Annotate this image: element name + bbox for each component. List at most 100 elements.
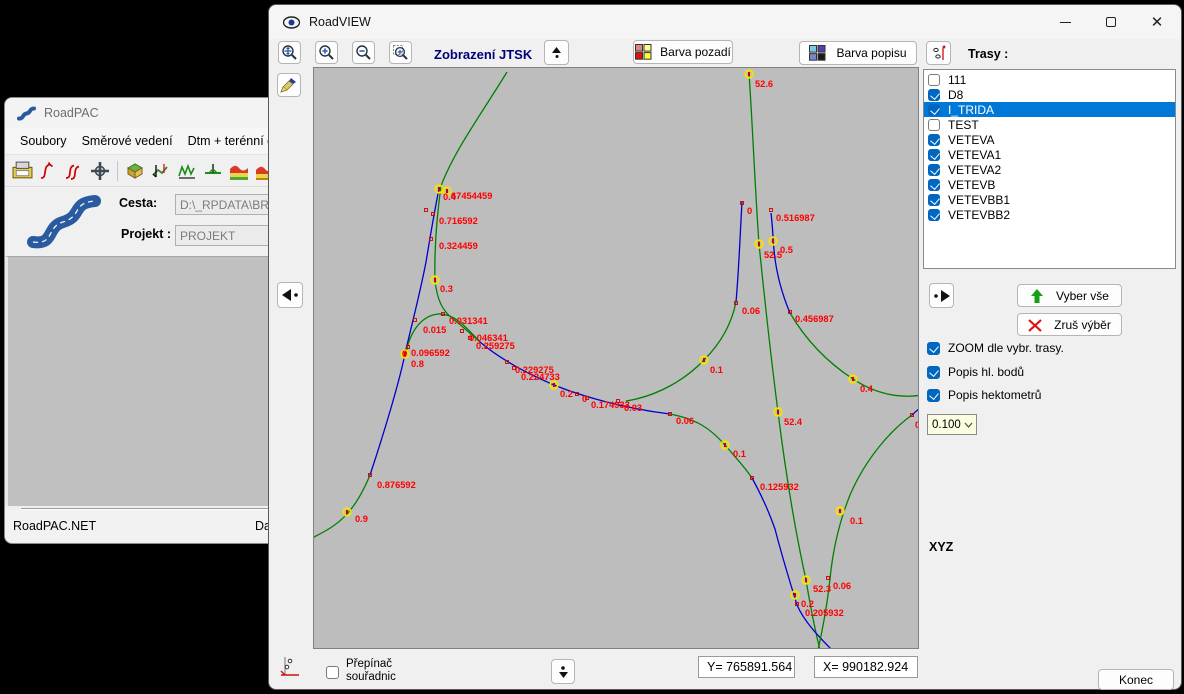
roadview-title: RoadVIEW: [309, 15, 371, 29]
interval-dropdown[interactable]: 0.100: [927, 414, 977, 435]
roadpac-app-icon: [17, 106, 36, 121]
s-curve-icon[interactable]: [37, 160, 59, 182]
maximize-icon: [1106, 17, 1116, 27]
trasy-checkbox-TEST[interactable]: [928, 119, 940, 131]
terrain-bands-icon[interactable]: [228, 160, 250, 182]
trasy-item-VETEVBB1[interactable]: VETEVBB1: [924, 192, 1175, 207]
zoom-extents-button[interactable]: [278, 41, 301, 64]
background-color-button[interactable]: Barva pozadí: [633, 40, 733, 64]
trasy-item-label: VETEVBB2: [948, 208, 1010, 222]
profile-icon[interactable]: [176, 160, 198, 182]
trasy-tool-button[interactable]: [926, 41, 951, 65]
plotter-icon[interactable]: [11, 160, 33, 182]
brush-icon: [280, 76, 298, 94]
station-label: 0.876592: [377, 480, 416, 490]
main-point-marker: [849, 375, 857, 383]
option-checkbox-popis-hektometru[interactable]: [927, 389, 940, 402]
collapse-panel-button[interactable]: [277, 282, 303, 308]
trasy-checkbox-I_TRIDA[interactable]: [928, 104, 940, 116]
station-label: 0.5: [780, 245, 793, 255]
option-row-zoom-to-route[interactable]: ZOOM dle vybr. trasy.: [927, 341, 1064, 355]
station-label: 0.9: [355, 514, 368, 524]
station-label: 0: [402, 349, 407, 359]
zoom-in-button[interactable]: [315, 41, 338, 64]
zoom-out-button[interactable]: [352, 41, 375, 64]
trasy-item-I_TRIDA[interactable]: I_TRIDA: [924, 102, 1175, 117]
trasy-checkbox-VETEVA1[interactable]: [928, 149, 940, 161]
roadpac-titlebar[interactable]: RoadPAC: [5, 98, 279, 128]
station-label: 0.125932: [760, 482, 799, 492]
red-x-icon: [1028, 319, 1042, 332]
trasy-checkbox-VETEVA[interactable]: [928, 134, 940, 146]
projekt-field[interactable]: PROJEKT: [175, 225, 279, 246]
station-label: 0.3: [440, 284, 453, 294]
station-label: 52.6: [755, 79, 773, 89]
station-point-marker: [425, 209, 428, 212]
trasy-item-label: VETEVA2: [948, 163, 1001, 177]
trasy-checkbox-111[interactable]: [928, 74, 940, 86]
trasy-item-VETEVA1[interactable]: VETEVA1: [924, 147, 1175, 162]
minimize-button[interactable]: [1042, 5, 1088, 39]
cesta-label: Cesta:: [119, 196, 157, 210]
interchange-icon[interactable]: [89, 160, 111, 182]
x-coordinate-field[interactable]: X= 990182.924: [814, 656, 918, 678]
trasy-checkbox-VETEVA2[interactable]: [928, 164, 940, 176]
select-all-button[interactable]: Vyber vše: [1017, 284, 1122, 307]
zoom-out-icon: [355, 44, 372, 61]
trasy-item-VETEVA2[interactable]: VETEVA2: [924, 162, 1175, 177]
trasy-item-label: TEST: [948, 118, 979, 132]
trasy-item-VETEVA[interactable]: VETEVA: [924, 132, 1175, 147]
erase-button[interactable]: [277, 73, 301, 97]
zoom-window-button[interactable]: [389, 41, 412, 64]
alignment-curve-blue: [736, 202, 742, 302]
bottom-spinner[interactable]: [551, 659, 575, 684]
y-coordinate-field[interactable]: Y= 765891.564: [698, 656, 795, 678]
clear-selection-button[interactable]: Zruš výběr: [1017, 313, 1122, 336]
move-route-button[interactable]: [929, 283, 954, 308]
menu-smerove-vedeni[interactable]: Směrové vedení: [82, 134, 173, 148]
close-button[interactable]: ✕: [1134, 5, 1180, 39]
trasy-item-label: I_TRIDA: [948, 103, 994, 117]
menu-soubory[interactable]: Soubory: [20, 134, 67, 148]
trasy-checkbox-VETEVB[interactable]: [928, 179, 940, 191]
station-label: 0: [582, 394, 587, 404]
cross-section-icon[interactable]: [202, 160, 224, 182]
option-row-popis-hektometru[interactable]: Popis hektometrů: [927, 388, 1041, 402]
maximize-button[interactable]: [1088, 5, 1134, 39]
roadview-window: RoadVIEW ✕ Zobrazení JTSK Barva pozadí: [268, 4, 1182, 690]
zoom-in-icon: [318, 44, 335, 61]
trasy-checkbox-VETEVBB1[interactable]: [928, 194, 940, 206]
station-label: 0.015: [423, 325, 446, 335]
axis-tool-button[interactable]: [278, 654, 302, 680]
trasy-checkbox-VETEVBB2[interactable]: [928, 209, 940, 221]
alignment-curve-green: [790, 313, 918, 396]
trasy-item-VETEVB[interactable]: VETEVB: [924, 177, 1175, 192]
trasy-item-VETEVBB2[interactable]: VETEVBB2: [924, 207, 1175, 222]
label-color-button[interactable]: Barva popisu: [799, 41, 917, 65]
option-checkbox-popis-hl-bodu[interactable]: [927, 366, 940, 379]
roadview-titlebar[interactable]: RoadVIEW ✕: [269, 5, 1181, 39]
quit-button[interactable]: Konec: [1098, 669, 1174, 690]
trasy-item-label: VETEVA: [948, 133, 994, 147]
chevron-down-icon: [964, 422, 973, 428]
view-spinner[interactable]: [544, 40, 569, 65]
zoom-extents-icon: [281, 44, 298, 61]
trasy-checkbox-D8[interactable]: [928, 89, 940, 101]
dtm-box-icon[interactable]: [124, 160, 146, 182]
trasy-item-111[interactable]: 111: [924, 72, 1175, 87]
terrain-arrow-icon[interactable]: [150, 160, 172, 182]
coord-switch-checkbox[interactable]: [326, 666, 339, 679]
option-row-popis-hl-bodu[interactable]: Popis hl. bodů: [927, 365, 1024, 379]
trasy-item-D8[interactable]: D8: [924, 87, 1175, 102]
menu-dtm[interactable]: Dtm + terénní da: [188, 134, 280, 148]
trasy-tool-icon: [930, 44, 948, 62]
double-s-curve-icon[interactable]: [63, 160, 85, 182]
bottom-spinner-dot-icon: [561, 666, 565, 670]
station-label: 0.259275: [476, 341, 515, 351]
cesta-field[interactable]: D:\_RPDATA\BRE: [175, 194, 279, 215]
trasy-item-TEST[interactable]: TEST: [924, 117, 1175, 132]
station-label: 0.06: [676, 416, 694, 426]
roadpac-toolbar: [5, 155, 279, 187]
option-checkbox-zoom-to-route[interactable]: [927, 342, 940, 355]
map-canvas[interactable]: 52.60.4674544590.7165920.3244590.300.516…: [313, 67, 919, 649]
